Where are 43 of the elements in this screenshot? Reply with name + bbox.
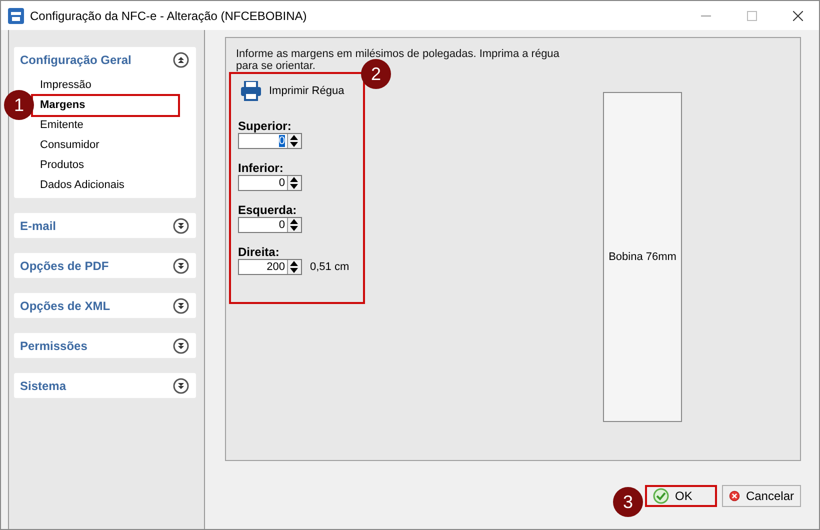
close-icon[interactable] (793, 10, 803, 20)
collapse-icon[interactable] (173, 52, 189, 68)
cancel-button[interactable]: Cancelar (722, 485, 801, 507)
field-value: 0 (278, 177, 285, 189)
number-spinner[interactable]: 0 (238, 175, 302, 191)
group-title[interactable]: Opções de PDF (20, 258, 109, 272)
expand-icon[interactable] (173, 218, 189, 234)
printer-icon (240, 81, 262, 101)
sidebar-item[interactable]: Dados Adicionais (40, 179, 124, 191)
check-icon (653, 488, 669, 504)
field-value: 200 (266, 261, 285, 273)
expand-icon[interactable] (173, 378, 189, 394)
expand-icon[interactable] (173, 298, 189, 314)
expand-icon[interactable] (173, 338, 189, 354)
field-label: Esquerda: (238, 204, 298, 217)
field-label: Direita: (238, 246, 280, 259)
number-spinner[interactable]: 0 (238, 133, 302, 149)
group-title[interactable]: Permissões (20, 338, 88, 352)
step-badge: 3 (613, 487, 643, 517)
field-value: 0 (278, 219, 285, 231)
sidebar-item[interactable]: Consumidor (40, 139, 100, 151)
group-title[interactable]: E-mail (20, 218, 56, 232)
unit-text: 0,51 cm (310, 261, 350, 273)
expand-icon[interactable] (173, 258, 189, 274)
cancel-icon (729, 488, 740, 504)
group-title[interactable]: Configuração Geral (20, 52, 132, 66)
group-title[interactable]: Opções de XML (20, 298, 110, 312)
sidebar-item[interactable]: Produtos (40, 159, 84, 171)
sidebar-item[interactable]: Margens (40, 99, 86, 111)
field-label: Superior: (238, 120, 292, 133)
field-label: Inferior: (238, 162, 284, 175)
step-badge: 1 (4, 90, 34, 120)
preview-label: Bobina 76mm (608, 251, 676, 263)
app-icon (8, 8, 24, 24)
group-title[interactable]: Sistema (20, 378, 66, 392)
print-ruler-button[interactable]: Imprimir Régua (238, 81, 344, 101)
window-title: Configuração da NFC-e - Alteração (NFCEBOBINA) (30, 8, 308, 22)
number-spinner[interactable]: 0 (238, 217, 302, 233)
field-value: 0 (278, 135, 285, 147)
sidebar-item[interactable]: Emitente (40, 119, 84, 131)
number-spinner[interactable]: 200 (238, 259, 302, 275)
sidebar-item[interactable]: Impressão (40, 79, 92, 91)
ok-button[interactable]: OK (645, 485, 717, 507)
